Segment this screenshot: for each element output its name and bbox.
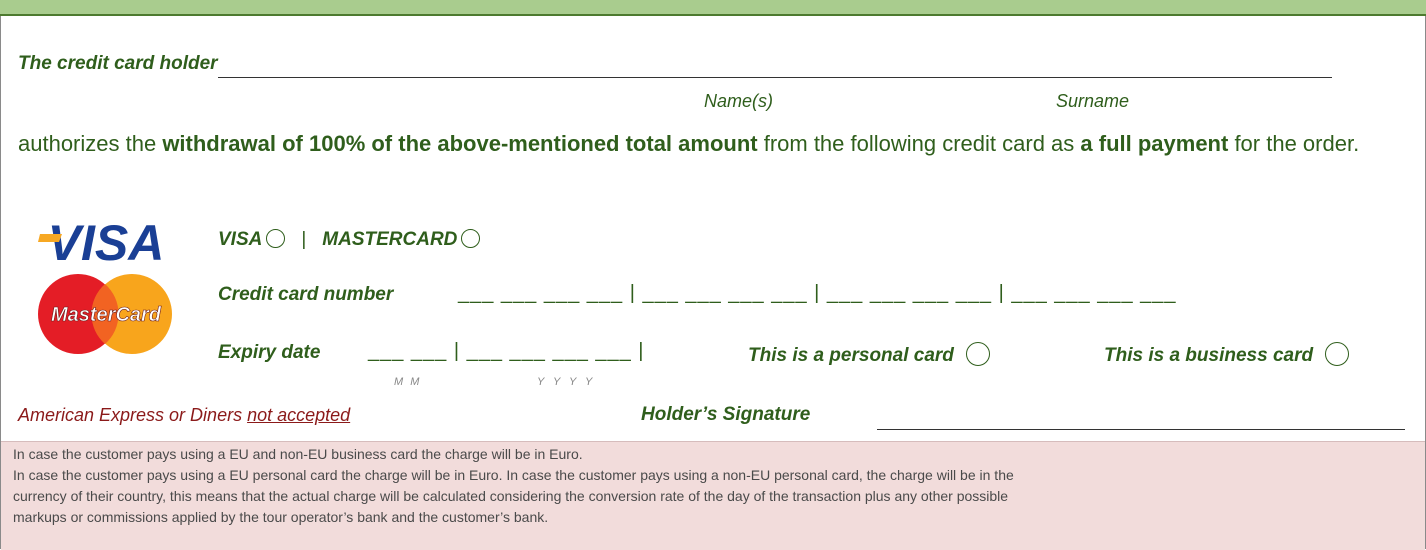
auth-part-2: from the following credit card as [757,131,1081,156]
auth-part-1: authorizes the [18,131,163,156]
name-caption: Name(s) [704,91,774,111]
mastercard-logo-text: MasterCard [51,304,162,326]
auth-bold-2: a full payment [1080,131,1229,156]
visa-radio[interactable] [266,229,286,248]
surname-caption: Surname [1056,91,1130,111]
expiry-month-hint: M M [394,376,422,388]
notice-line: In case the customer pays using a EU and… [13,446,583,462]
expiry-field[interactable]: ___ ___ | ___ ___ ___ ___ | [368,340,645,363]
business-card-option: This is a business card [1104,342,1350,367]
expiry-year-hint: Y Y Y Y [537,376,596,388]
card-restriction-note: American Express or Diners not accepted [18,405,350,426]
restriction-underlined: not accepted [247,405,351,425]
card-number-label: Credit card number [218,284,394,305]
expiry-label: Expiry date [218,342,321,363]
mastercard-label: MASTERCARD [322,229,458,250]
business-card-label: This is a business card [1104,345,1314,366]
signature-field[interactable] [877,409,1405,430]
currency-notice: In case the customer pays using a EU and… [1,441,1425,550]
mastercard-radio[interactable] [461,229,481,248]
personal-card-label: This is a personal card [748,345,954,366]
authorization-text: authorizes the withdrawal of 100% of the… [18,125,1408,163]
notice-line: In case the customer pays using a EU per… [13,467,1014,483]
notice-line: markups or commissions applied by the to… [13,509,549,525]
visa-logo-text: VISA [48,220,165,271]
card-logo-icon: VISA MasterCard [38,215,172,354]
card-type-row: VISA | MASTERCARD [218,229,481,251]
visa-mastercard-logo: VISA MasterCard [28,215,184,390]
visa-label: VISA [218,229,263,250]
section-top-bar [0,0,1426,16]
notice-line: currency of their country, this means th… [13,488,1009,504]
holder-name-field[interactable] [218,55,1332,78]
auth-part-3: for the order. [1228,131,1360,156]
signature-label: Holder’s Signature [641,404,811,425]
restriction-prefix: American Express or Diners [18,405,248,425]
auth-bold-1: withdrawal of 100% of the above-mentione… [162,131,758,156]
personal-card-radio[interactable] [965,342,990,366]
card-number-field[interactable]: ___ ___ ___ ___ | ___ ___ ___ ___ | ___ … [458,282,1177,305]
holder-label: The credit card holder [18,53,218,74]
card-type-separator: | [301,229,307,250]
business-card-radio[interactable] [1325,342,1350,366]
personal-card-option: This is a personal card [748,342,990,367]
